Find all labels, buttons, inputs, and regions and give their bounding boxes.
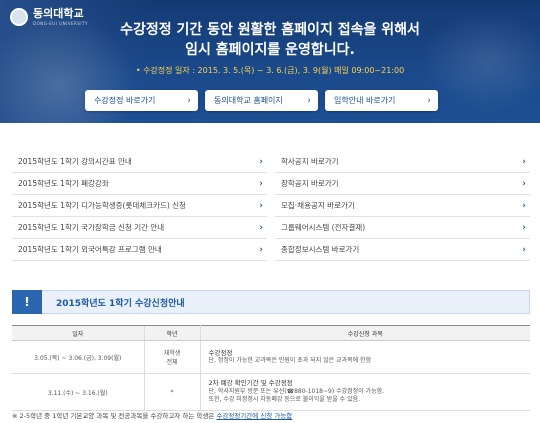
shortcut-link[interactable]: 모집·채용공지 바로가기 › [275,195,530,217]
notice-title: 2015학년도 1학기 수강신청안내 [56,298,185,309]
header-date: 일자 [12,325,144,341]
notice-link[interactable]: 2015학년도 1학기 폐강강좌 › [12,173,267,195]
row-description: 2차 폐강 확인기간 및 수강정정 단, 학사지원부 방문 또는 유선(☎880… [200,373,530,411]
link-label: 2015학년도 1학기 폐강강좌 [18,179,109,188]
chevron-right-icon: › [187,95,191,106]
chevron-right-icon: › [307,95,311,106]
description-line: 또한, 수강 미정정시 자동폐강 등으로 불이익을 받을 수 있음. [208,396,361,404]
grade-line: * [170,388,174,396]
footnote: ※ 2-5학년 중 1학년 기본교양 과목 및 전공과목을 수강하고자 하는 학… [12,410,292,420]
row-description: 수강정정 단, 정정이 가능한 교과목은 인원이 초과 되지 않은 교과목에 한… [200,340,530,374]
chevron-right-icon: › [522,200,526,211]
description-title: 수강정정 [208,348,233,357]
chevron-right-icon: › [259,178,263,189]
shortcut-link[interactable]: 종합정보시스템 바로가기 › [275,239,530,261]
university-home-label: 동의대학교 홈페이지 [214,96,283,105]
link-label: 장학공지 바로가기 [281,179,339,188]
header-grade: 학년 [143,325,201,341]
registration-notice-header: ! 2015학년도 1학기 수강신청안내 [12,290,530,314]
chevron-right-icon: › [427,95,431,106]
notice-link[interactable]: 2015학년도 1학기 국가장학금 신청 기간 안내 › [12,217,267,239]
chevron-right-icon: › [522,156,526,167]
grade-line: 전체 [166,359,178,366]
description-line: 단, 학사지원부 방문 또는 유선(☎880-1018~9) 수강정정이 가능함… [208,387,385,395]
course-change-label: 수강정정 바로가기 [94,96,156,105]
notice-link[interactable]: 2015학년도 1학기 디가능학생증(롯데체크카드) 신청 › [12,195,267,217]
hero-title: 수강정정 기간 동안 원활한 홈페이지 접속을 위해서 임시 홈페이지를 운영합… [0,20,540,60]
notice-link[interactable]: 2015학년도 1학기 강의시간표 안내 › [12,151,267,173]
university-home-button[interactable]: 동의대학교 홈페이지 › [205,90,318,111]
hero-title-line2: 임시 홈페이지를 운영합니다. [185,42,355,58]
registration-schedule-table: 일자 학년 수강신청 과목 3.05.(목) ~ 3.06.(금), 3.09(… [12,325,530,411]
chevron-right-icon: › [259,222,263,233]
shortcut-link[interactable]: 학사공지 바로가기 › [275,151,530,173]
row-grade: 재학생 전체 [143,340,201,374]
description-title: 2차 폐강 확인기간 및 수강정정 [208,379,293,388]
course-change-button[interactable]: 수강정정 바로가기 › [85,90,198,111]
chevron-right-icon: › [522,178,526,189]
link-label: 2015학년도 1학기 강의시간표 안내 [18,157,132,166]
link-label: 종합정보시스템 바로가기 [281,245,360,254]
chevron-right-icon: › [522,222,526,233]
shortcut-link[interactable]: 장학공지 바로가기 › [275,173,530,195]
chevron-right-icon: › [259,156,263,167]
notice-links-column: 2015학년도 1학기 강의시간표 안내 › 2015학년도 1학기 폐강강좌 › … [12,151,267,261]
link-label: 학사공지 바로가기 [281,157,339,166]
link-label: 2015학년도 1학기 국가장학금 신청 기간 안내 [18,223,165,232]
table-header-row: 일자 학년 수강신청 과목 [12,325,530,341]
notice-link[interactable]: 2015학년도 1학기 외국어특강 프로그램 안내 › [12,239,267,261]
table-row: 3.05.(목) ~ 3.06.(금), 3.09(월) 재학생 전체 수강정정… [12,340,530,374]
row-date: 3.11.(수) ~ 3.16.(월) [12,373,144,411]
logo-name: 동의대학교 [33,7,84,20]
row-date: 3.05.(목) ~ 3.06.(금), 3.09(월) [12,340,144,374]
exclamation-icon: ! [12,290,42,314]
link-label: 2015학년도 1학기 외국어특강 프로그램 안내 [18,245,162,254]
chevron-right-icon: › [259,244,263,255]
chevron-right-icon: › [259,200,263,211]
hero-title-line1: 수강정정 기간 동안 원활한 홈페이지 접속을 위해서 [120,22,420,38]
link-label: 그룹웨어시스템 (전자결재) [281,223,366,232]
hero-banner: 동의대학교 DONG-EUI UNIVERSITY 수강정정 기간 동안 원활한… [0,0,540,123]
link-label: 2015학년도 1학기 디가능학생증(롯데체크카드) 신청 [18,201,186,210]
hero-date-info: • 수강정정 일자 : 2015. 3. 5.(목) ~ 3. 6.(금), 3… [135,66,405,75]
admission-info-label: 입학안내 바로가기 [334,96,396,105]
link-label: 모집·채용공지 바로가기 [281,201,355,210]
description-line: 단, 정정이 가능한 교과목은 인원이 초과 되지 않은 교과목에 한함 [208,357,372,364]
table-row: 3.11.(수) ~ 3.16.(월) * 2차 폐강 확인기간 및 수강정정 … [12,373,530,411]
admission-info-button[interactable]: 입학안내 바로가기 › [325,90,438,111]
shortcut-links-column: 학사공지 바로가기 › 장학공지 바로가기 › 모집·채용공지 바로가기 › 그룹웨어… [275,151,530,261]
footnote-text: ※ 2-5학년 중 1학년 기본교양 과목 및 전공과목을 수강하고자 하는 학… [12,412,217,420]
shortcut-link[interactable]: 그룹웨어시스템 (전자결재) › [275,217,530,239]
chevron-right-icon: › [522,244,526,255]
grade-line: 재학생 [163,350,181,357]
header-course: 수강신청 과목 [200,325,530,341]
footnote-highlight: 수강정정기간에 신청 가능함 [216,412,293,420]
row-grade: * [143,373,201,411]
